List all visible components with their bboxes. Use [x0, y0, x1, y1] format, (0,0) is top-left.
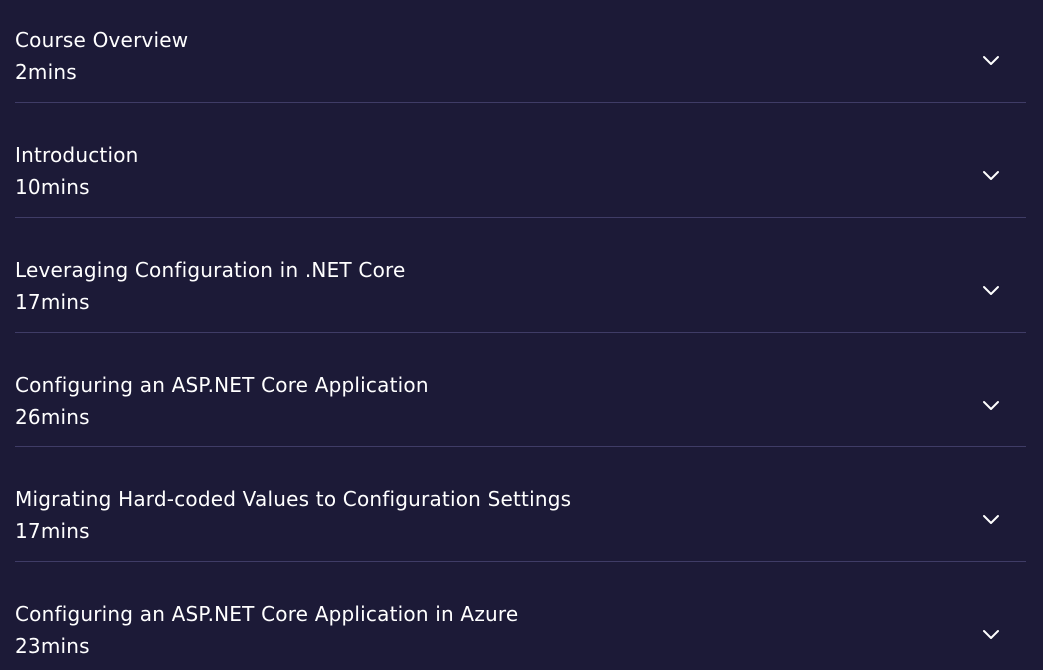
divider [15, 102, 1026, 103]
chevron-down-icon[interactable] [981, 510, 1001, 530]
module-duration: 2mins [15, 60, 77, 84]
module-duration: 17mins [15, 290, 90, 314]
course-module-list: Course Overview 2mins Introduction 10min… [0, 0, 1043, 670]
module-title: Leveraging Configuration in .NET Core [15, 258, 406, 282]
module-row-migrating-hardcoded-values[interactable]: Migrating Hard-coded Values to Configura… [15, 470, 1026, 585]
module-title: Migrating Hard-coded Values to Configura… [15, 487, 572, 511]
module-title: Configuring an ASP.NET Core Application … [15, 602, 519, 626]
chevron-down-icon[interactable] [981, 625, 1001, 645]
chevron-down-icon[interactable] [981, 51, 1001, 71]
module-title: Course Overview [15, 28, 189, 52]
divider [15, 561, 1026, 562]
module-duration: 23mins [15, 634, 90, 658]
chevron-down-icon[interactable] [981, 396, 1001, 416]
module-row-configuring-aspnet-core-azure[interactable]: Configuring an ASP.NET Core Application … [15, 585, 1026, 670]
module-duration: 10mins [15, 175, 90, 199]
divider [15, 446, 1026, 447]
module-duration: 26mins [15, 405, 90, 429]
chevron-down-icon[interactable] [981, 166, 1001, 186]
module-title: Configuring an ASP.NET Core Application [15, 373, 429, 397]
module-title: Introduction [15, 143, 139, 167]
module-row-leveraging-configuration[interactable]: Leveraging Configuration in .NET Core 17… [15, 241, 1026, 356]
module-row-configuring-aspnet-core[interactable]: Configuring an ASP.NET Core Application … [15, 356, 1026, 471]
chevron-down-icon[interactable] [981, 281, 1001, 301]
module-duration: 17mins [15, 519, 90, 543]
divider [15, 332, 1026, 333]
divider [15, 217, 1026, 218]
module-row-introduction[interactable]: Introduction 10mins [15, 126, 1026, 241]
module-row-course-overview[interactable]: Course Overview 2mins [15, 11, 1026, 126]
